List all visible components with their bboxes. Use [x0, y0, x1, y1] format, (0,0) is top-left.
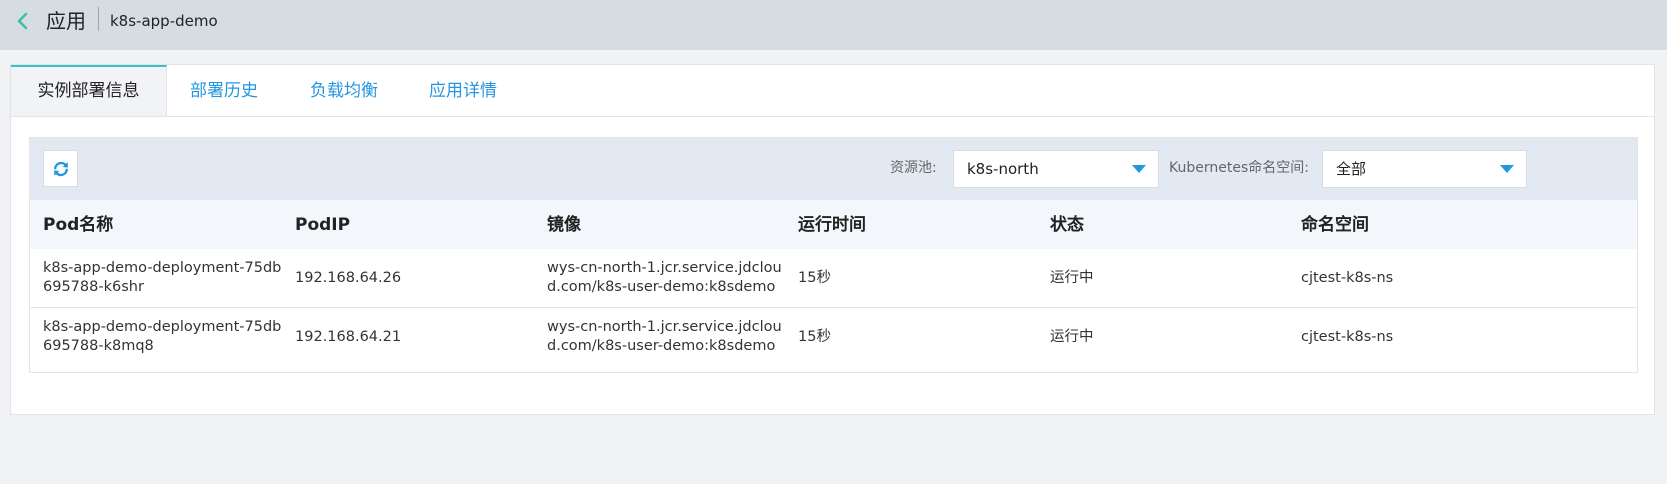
resource-pool-select[interactable]: k8s-north — [953, 150, 1159, 188]
pod-ip-cell: 192.168.64.21 — [295, 329, 402, 345]
table-header: Pod名称 PodIP 镜像 运行时间 状态 命名空间 — [30, 200, 1637, 249]
namespace-cell: cjtest-k8s-ns — [1301, 329, 1394, 345]
app-name: k8s-app-demo — [110, 12, 218, 30]
namespace-cell: cjtest-k8s-ns — [1301, 270, 1394, 286]
pod-name-cell: k8s-app-demo-deployment-75db695788-k6shr — [43, 260, 282, 295]
column-header-uptime[interactable]: 运行时间 — [798, 214, 866, 236]
column-header-pod-ip[interactable]: PodIP — [295, 214, 350, 236]
tab-deployment-history[interactable]: 部署历史 — [190, 65, 258, 117]
column-header-status[interactable]: 状态 — [1050, 214, 1084, 236]
uptime-cell: 15秒 — [798, 270, 831, 286]
uptime-cell: 15秒 — [798, 329, 831, 345]
pod-name-cell: k8s-app-demo-deployment-75db695788-k8mq8 — [43, 319, 282, 354]
breadcrumb-divider — [98, 7, 99, 31]
resource-pool-value: k8s-north — [967, 160, 1039, 178]
table-row[interactable]: k8s-app-demo-deployment-75db695788-k6shr… — [30, 249, 1637, 308]
tab-instance-deployment[interactable]: 实例部署信息 — [11, 65, 167, 116]
column-header-namespace[interactable]: 命名空间 — [1301, 214, 1369, 236]
column-header-pod-name[interactable]: Pod名称 — [43, 214, 113, 236]
tab-load-balancer[interactable]: 负载均衡 — [310, 65, 378, 117]
namespace-value: 全部 — [1336, 160, 1367, 178]
pod-ip-cell: 192.168.64.26 — [295, 270, 402, 286]
top-bar: 应用 k8s-app-demo — [0, 0, 1667, 50]
pod-table: 资源池: k8s-north Kubernetes命名空间: 全部 Pod名称 … — [29, 137, 1638, 373]
back-arrow-icon[interactable] — [12, 9, 36, 33]
namespace-select[interactable]: 全部 — [1322, 150, 1527, 188]
chevron-down-icon — [1132, 165, 1146, 173]
refresh-icon — [54, 161, 68, 177]
table-toolbar: 资源池: k8s-north Kubernetes命名空间: 全部 — [30, 138, 1637, 200]
column-header-image[interactable]: 镜像 — [547, 214, 581, 236]
status-cell: 运行中 — [1050, 270, 1094, 286]
tab-bar: 实例部署信息 部署历史 负载均衡 应用详情 — [11, 65, 1654, 117]
image-cell: wys-cn-north-1.jcr.service.jdcloud.com/k… — [547, 260, 782, 295]
table-row[interactable]: k8s-app-demo-deployment-75db695788-k8mq8… — [30, 308, 1637, 368]
image-cell: wys-cn-north-1.jcr.service.jdcloud.com/k… — [547, 319, 782, 354]
status-cell: 运行中 — [1050, 329, 1094, 345]
chevron-down-icon — [1500, 165, 1514, 173]
resource-pool-label: 资源池: — [890, 160, 937, 176]
namespace-label: Kubernetes命名空间: — [1169, 160, 1309, 176]
page-title: 应用 — [46, 9, 86, 33]
content-panel: 实例部署信息 部署历史 负载均衡 应用详情 资源池: k8s-north Kub… — [10, 64, 1655, 415]
tab-app-details[interactable]: 应用详情 — [429, 65, 497, 117]
refresh-button[interactable] — [43, 150, 78, 187]
